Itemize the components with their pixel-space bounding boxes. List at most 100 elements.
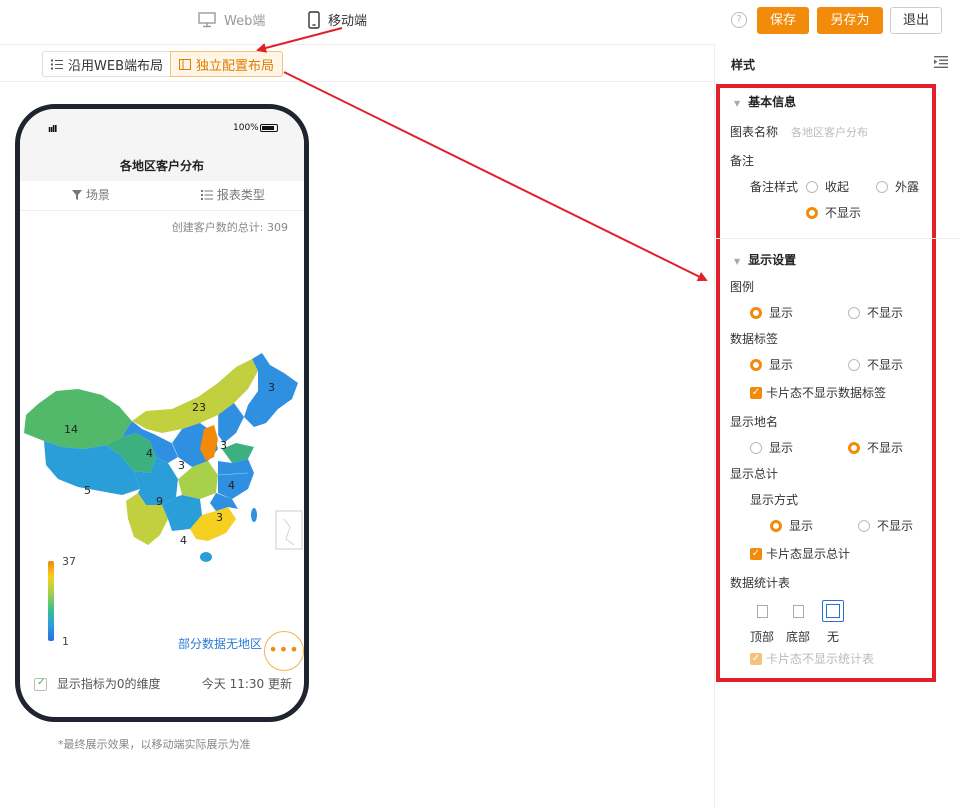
no-region-link[interactable]: 部分数据无地区	[178, 635, 262, 652]
filter-bar: 场景 报表类型	[20, 181, 304, 211]
map-label: 3	[178, 459, 185, 472]
follow-web-layout-label: 沿用WEB端布局	[68, 58, 163, 74]
save-as-button[interactable]: 另存为	[817, 7, 883, 34]
collapse-panel-icon[interactable]	[934, 56, 948, 68]
phone-preview: ııll 100% 各地区客户分布 场景 报表类型 创建客户数的总计: 309	[15, 104, 309, 722]
map-label: 4	[180, 534, 187, 547]
remark-collapse-label: 收起	[825, 180, 850, 194]
stat-top-label: 顶部	[750, 630, 775, 644]
remark-style-label: 备注样式	[750, 180, 799, 194]
map-label: 5	[84, 484, 91, 497]
total-summary: 创建客户数的总计: 309	[171, 221, 288, 234]
card-show-total-checkbox[interactable]: ✓ 卡片态显示总计	[750, 545, 850, 562]
show-zero-dim-option[interactable]: 显示指标为0的维度	[34, 675, 160, 692]
follow-web-layout-button[interactable]: 沿用WEB端布局	[42, 51, 171, 77]
map-region-xinjiang	[24, 389, 132, 449]
independent-layout-button[interactable]: 独立配置布局	[170, 51, 284, 77]
section-divider	[716, 238, 960, 239]
map-region-east	[218, 459, 254, 499]
layout-bar: 沿用WEB端布局 独立配置布局	[0, 44, 714, 82]
stat-none-option[interactable]: 无	[822, 600, 844, 645]
stat-bottom-label: 底部	[786, 630, 811, 644]
chart-name-input[interactable]: 各地区客户分布	[791, 124, 868, 140]
tab-mobile[interactable]: 移动端	[308, 10, 367, 29]
exit-button[interactable]: 退出	[890, 7, 942, 34]
map-region-hainan	[200, 552, 212, 562]
save-button[interactable]: 保存	[757, 7, 809, 34]
legend-color-scale	[48, 561, 54, 641]
legend-max: 37	[62, 555, 76, 568]
radio-circle	[848, 306, 860, 319]
stat-top-option[interactable]: 顶部	[750, 600, 774, 645]
legend-hide-radio[interactable]: 不显示	[848, 304, 903, 321]
stat-bottom-option[interactable]: 底部	[786, 600, 810, 645]
signal-icon: ııll	[48, 125, 57, 135]
battery-icon	[260, 124, 278, 132]
data-label-hide-radio[interactable]: 不显示	[848, 356, 903, 373]
table-none-icon	[822, 600, 844, 622]
funnel-icon	[72, 190, 83, 200]
radio-circle	[806, 180, 818, 193]
filter-report-type[interactable]: 报表类型	[162, 181, 304, 210]
radio-circle-selected	[750, 306, 762, 319]
basic-info-section[interactable]: ▼ 基本信息	[734, 93, 796, 110]
total-show-radio[interactable]: 显示	[770, 517, 813, 534]
monitor-icon	[198, 11, 216, 27]
tab-mobile-label: 移动端	[328, 14, 368, 29]
tab-web[interactable]: Web端	[198, 10, 265, 29]
place-name-show-radio[interactable]: 显示	[750, 439, 793, 456]
radio-circle-selected	[750, 358, 762, 371]
phone-status-bar: ııll 100%	[20, 109, 304, 149]
card-no-data-label-checkbox[interactable]: ✓ 卡片态不显示数据标签	[750, 384, 886, 401]
legend-min: 1	[62, 635, 69, 648]
remark-hide-radio[interactable]: 不显示	[806, 204, 861, 221]
remark-hide-label: 不显示	[825, 206, 862, 220]
map-label: 3	[268, 381, 275, 394]
battery-text: 100%	[233, 123, 259, 133]
stat-none-label: 无	[826, 630, 839, 644]
updated-time: 今天 11:30 更新	[201, 677, 292, 691]
china-map[interactable]: 3 23 14 4 3 3 4 5 9 3 4	[22, 349, 304, 579]
show-total-label: 显示总计	[730, 467, 779, 481]
top-bar: Web端 移动端 ? 保存 另存为 退出	[0, 0, 960, 44]
total-hide-label: 不显示	[877, 519, 914, 533]
display-settings-section[interactable]: ▼ 显示设置	[734, 251, 796, 268]
display-settings-title: 显示设置	[748, 253, 797, 267]
map-region-taiwan	[251, 508, 257, 522]
radio-circle	[858, 519, 870, 532]
legend-hide-label: 不显示	[867, 306, 904, 320]
remark-expose-radio[interactable]: 外露	[876, 178, 919, 195]
style-panel-title: 样式	[731, 58, 756, 72]
map-label: 9	[156, 495, 163, 508]
card-no-stat-text: 卡片态不显示统计表	[766, 652, 875, 666]
remark-collapse-radio[interactable]: 收起	[806, 178, 849, 195]
independent-layout-label: 独立配置布局	[196, 58, 275, 74]
checkbox-checked-icon: ✓	[750, 547, 762, 560]
tab-web-label: Web端	[224, 14, 266, 29]
radio-circle	[848, 358, 860, 371]
data-label-show-radio[interactable]: 显示	[750, 356, 793, 373]
help-icon[interactable]: ?	[731, 12, 747, 28]
radio-circle	[750, 441, 762, 454]
caret-down-icon: ▼	[734, 257, 741, 266]
more-button[interactable]: •••	[264, 631, 304, 671]
legend-label: 图例	[730, 280, 755, 294]
show-zero-dim-checkbox[interactable]	[34, 677, 47, 691]
chart-title: 各地区客户分布	[20, 149, 304, 181]
display-mode-label: 显示方式	[750, 493, 799, 507]
filter-scene[interactable]: 场景	[20, 181, 162, 210]
filter-report-type-label: 报表类型	[216, 188, 265, 202]
place-name-hide-radio[interactable]: 不显示	[848, 439, 903, 456]
chart-name-label: 图表名称	[730, 125, 779, 139]
radio-circle-selected	[806, 206, 818, 219]
filter-scene-label: 场景	[85, 188, 110, 202]
card-no-stat-checkbox: ✓ 卡片态不显示统计表	[750, 650, 874, 667]
map-label: 3	[220, 439, 227, 452]
data-label-hide-label: 不显示	[867, 358, 904, 372]
card-no-data-label-text: 卡片态不显示数据标签	[766, 386, 887, 400]
legend-show-radio[interactable]: 显示	[750, 304, 793, 321]
total-show-label: 显示	[789, 519, 814, 533]
total-hide-radio[interactable]: 不显示	[858, 517, 913, 534]
radio-circle-selected	[770, 519, 782, 532]
mobile-icon	[308, 10, 320, 29]
